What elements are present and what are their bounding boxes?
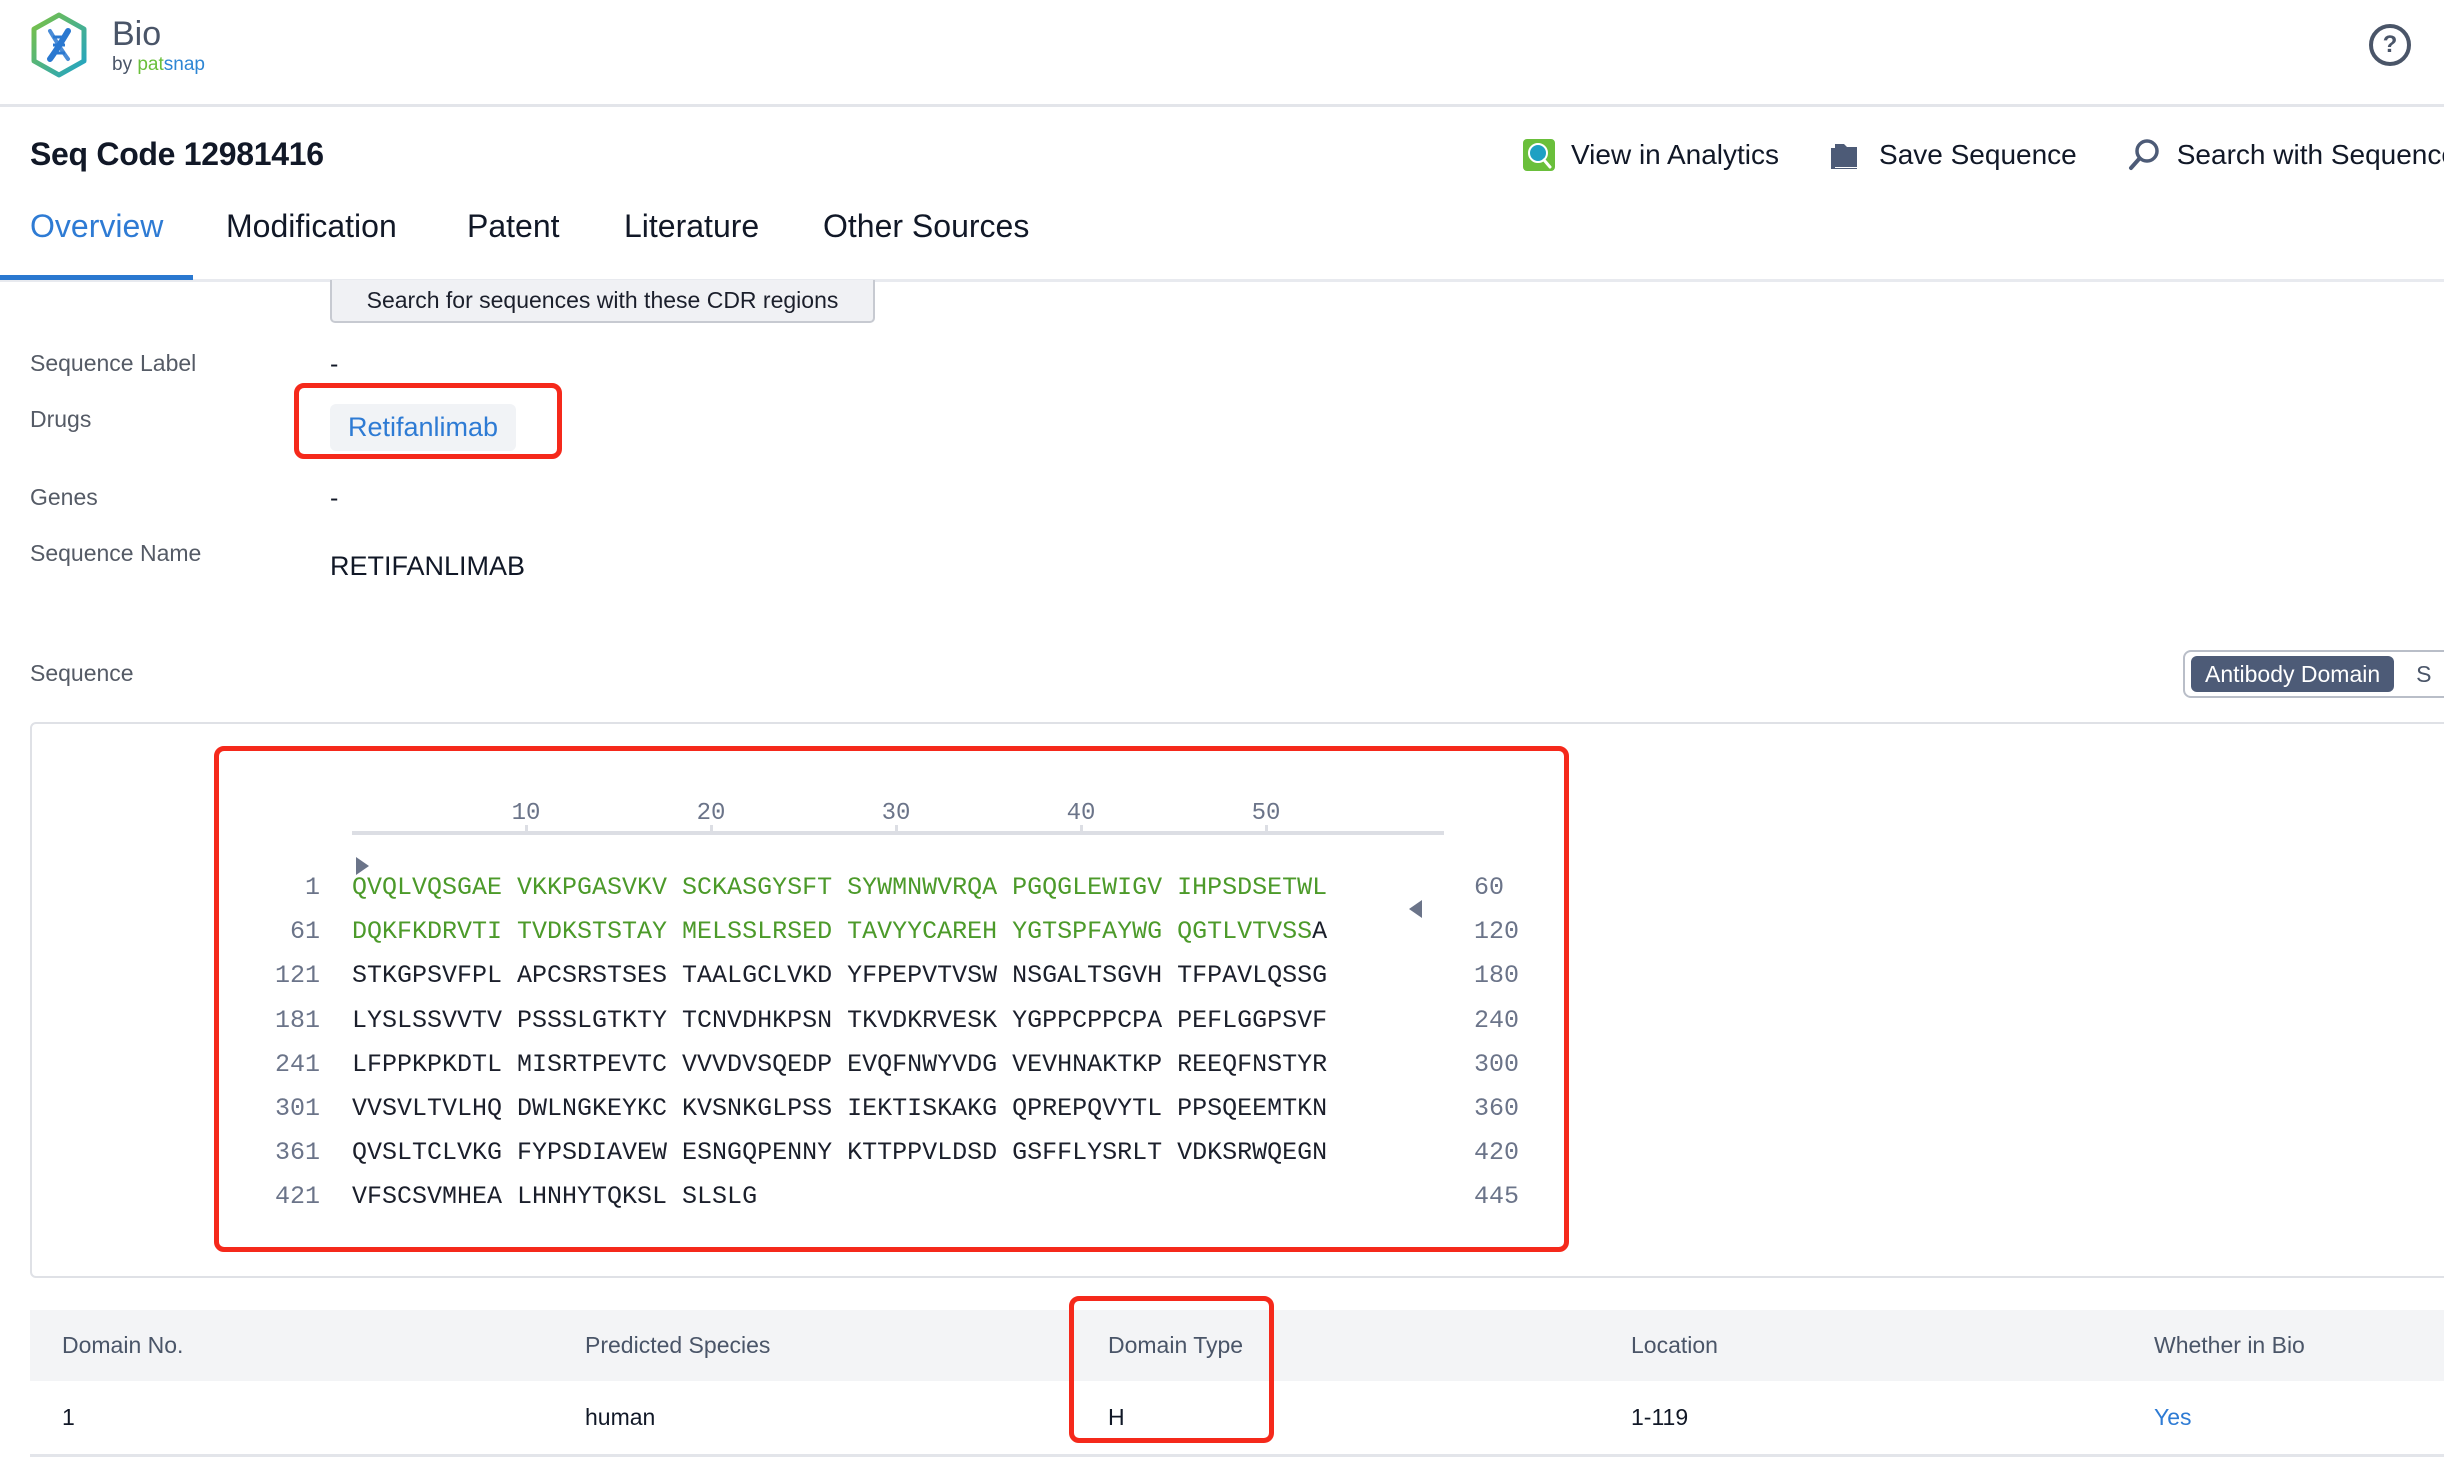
row-residues[interactable]: VFSCSVMHEA LHNHYTQKSL SLSLG: [352, 1182, 757, 1211]
constant-region-residues[interactable]: VVSVLTVLHQ DWLNGKEYKC KVSNKGLPSS IEKTISK…: [352, 1094, 1327, 1123]
column-header-predicted-species: Predicted Species: [585, 1332, 771, 1358]
question-circle-icon[interactable]: ?: [2369, 24, 2411, 66]
active-tab-indicator: [0, 275, 193, 280]
page-actions: View in Analytics Save Sequence Search w…: [1523, 138, 2444, 172]
brand-by: by: [112, 53, 138, 75]
tab-patent[interactable]: Patent: [467, 208, 560, 269]
table-row: 1 human H 1-119 Yes: [30, 1381, 2444, 1457]
row-end-index: 300: [1474, 1049, 1520, 1079]
row-residues[interactable]: STKGPSVFPL APCSRSTSES TAALGCLVKD YFPEPVT…: [352, 961, 1327, 990]
brand-snap: snap: [163, 53, 205, 75]
drug-link-retifanlimab[interactable]: Retifanlimab: [330, 404, 517, 451]
column-header-domain-type: Domain Type: [1108, 1332, 1244, 1358]
row-end-index: 180: [1474, 961, 1520, 991]
search-with-sequence-label: Search with Sequence: [2176, 139, 2444, 170]
variable-domain-residues[interactable]: DQKFKDRVTI TVDKSTSTAY MELSSLRSED TAVYYCA…: [352, 917, 1312, 946]
sequence-section-label: Sequence: [30, 660, 134, 686]
sequence-view-toggle: Antibody Domain S: [2183, 650, 2444, 698]
brand-logo[interactable]: Bio by patsnap: [28, 10, 205, 80]
domain-end-marker-icon: [1409, 900, 1422, 918]
constant-region-residues[interactable]: A: [1312, 917, 1327, 946]
row-end-index: 445: [1474, 1182, 1520, 1212]
row-end-index: 60: [1474, 873, 1505, 902]
analytics-magnifier-icon: [1523, 139, 1555, 171]
toggle-antibody-domain[interactable]: Antibody Domain: [2191, 656, 2395, 692]
ruler-tick-label: 40: [1066, 800, 1096, 827]
row-residues[interactable]: DQKFKDRVTI TVDKSTSTAY MELSSLRSED TAVYYCA…: [352, 917, 1327, 946]
search-with-sequence-button[interactable]: Search with Sequence: [2127, 138, 2444, 172]
row-end-index: 420: [1474, 1138, 1520, 1168]
variable-domain-residues[interactable]: QVQLVQSGAE VKKPGASVKV SCKASGYSFT SYWMNWV…: [352, 873, 1327, 902]
row-residues[interactable]: QVQLVQSGAE VKKPGASVKV SCKASGYSFT SYWMNWV…: [352, 873, 1327, 902]
view-in-analytics-label: View in Analytics: [1571, 139, 1780, 170]
brand-text: Bio by patsnap: [112, 17, 205, 74]
row-end-index: 240: [1474, 1005, 1520, 1035]
column-header-location: Location: [1631, 1332, 1718, 1358]
genes-value: -: [330, 484, 339, 512]
tab-other-sources[interactable]: Other Sources: [823, 208, 1029, 269]
top-navigation-bar: Bio by patsnap ?: [0, 0, 2444, 107]
row-residues[interactable]: VVSVLTVLHQ DWLNGKEYKC KVSNKGLPSS IEKTISK…: [352, 1094, 1327, 1123]
cell-domain-no: 1: [62, 1404, 75, 1430]
save-sequence-button[interactable]: Save Sequence: [1829, 139, 2077, 171]
row-start-index: 61: [289, 917, 320, 947]
cell-domain-type: H: [1108, 1404, 1125, 1430]
column-header-domain-no: Domain No.: [62, 1332, 184, 1358]
table-header: Domain No. Predicted Species Domain Type…: [30, 1310, 2444, 1381]
sequence-label-label: Sequence Label: [30, 350, 197, 376]
row-start-index: 241: [274, 1049, 320, 1079]
constant-region-residues[interactable]: VFSCSVMHEA LHNHYTQKSL SLSLG: [352, 1182, 757, 1211]
tab-modification[interactable]: Modification: [226, 208, 397, 269]
constant-region-residues[interactable]: QVSLTCLVKG FYPSDIAVEW ESNGQPENNY KTTPPVL…: [352, 1138, 1327, 1167]
row-residues[interactable]: LFPPKPKDTL MISRTPEVTC VVVDVSQEDP EVQFNWY…: [352, 1050, 1327, 1079]
antibody-domain-table: Domain No. Predicted Species Domain Type…: [30, 1310, 2444, 1457]
row-end-index: 120: [1474, 917, 1520, 947]
toggle-other-view[interactable]: S: [2394, 656, 2444, 692]
constant-region-residues[interactable]: LYSLSSVVTV PSSSLGTKTY TCNVDHKPSN TKVDKRV…: [352, 1006, 1327, 1035]
position-ruler: [352, 831, 1444, 835]
search-icon: [2127, 138, 2161, 172]
ruler-tick-label: 20: [696, 800, 726, 827]
brand-pat: pat: [137, 53, 164, 75]
constant-region-residues[interactable]: STKGPSVFPL APCSRSTSES TAALGCLVKD YFPEPVT…: [352, 961, 1327, 990]
row-start-index: 121: [274, 961, 320, 991]
ruler-tick-label: 10: [511, 800, 541, 827]
brand-title: Bio: [112, 14, 162, 53]
tab-literature[interactable]: Literature: [624, 208, 759, 269]
page-title: Seq Code 12981416: [30, 136, 324, 172]
row-start-index: 1: [304, 873, 320, 902]
folder-icon: [1829, 140, 1863, 170]
row-residues[interactable]: QVSLTCLVKG FYPSDIAVEW ESNGQPENNY KTTPPVL…: [352, 1138, 1327, 1167]
dna-hexagon-logo-icon: [31, 12, 87, 78]
row-end-index: 360: [1474, 1094, 1520, 1123]
cell-location: 1-119: [1631, 1404, 1689, 1430]
cell-predicted-species: human: [585, 1404, 656, 1430]
search-cdr-regions-button[interactable]: Search for sequences with these CDR regi…: [330, 280, 875, 323]
ruler-tick-label: 30: [881, 800, 911, 827]
row-start-index: 361: [274, 1138, 320, 1168]
row-start-index: 421: [274, 1182, 320, 1212]
save-sequence-label: Save Sequence: [1879, 139, 2077, 170]
row-residues[interactable]: LYSLSSVVTV PSSSLGTKTY TCNVDHKPSN TKVDKRV…: [352, 1006, 1327, 1035]
view-in-analytics-button[interactable]: View in Analytics: [1523, 139, 1779, 171]
genes-label: Genes: [30, 484, 98, 510]
tab-bar: Overview Modification Patent Literature …: [0, 200, 2444, 282]
ruler-tick-label: 50: [1251, 800, 1281, 827]
sequence-name-label: Sequence Name: [30, 540, 202, 566]
tab-overview[interactable]: Overview: [30, 208, 163, 269]
constant-region-residues[interactable]: LFPPKPKDTL MISRTPEVTC VVVDVSQEDP EVQFNWY…: [352, 1050, 1327, 1079]
row-start-index: 301: [274, 1094, 320, 1123]
row-start-index: 181: [274, 1005, 320, 1035]
sequence-name-value: RETIFANLIMAB: [330, 551, 526, 581]
cell-whether-in-bio-link[interactable]: Yes: [2154, 1404, 2192, 1431]
brand-subtitle: by patsnap: [112, 55, 205, 74]
column-header-whether-in-bio: Whether in Bio: [2154, 1332, 2305, 1358]
drugs-label: Drugs: [30, 406, 92, 432]
sequence-label-value: -: [330, 350, 339, 378]
